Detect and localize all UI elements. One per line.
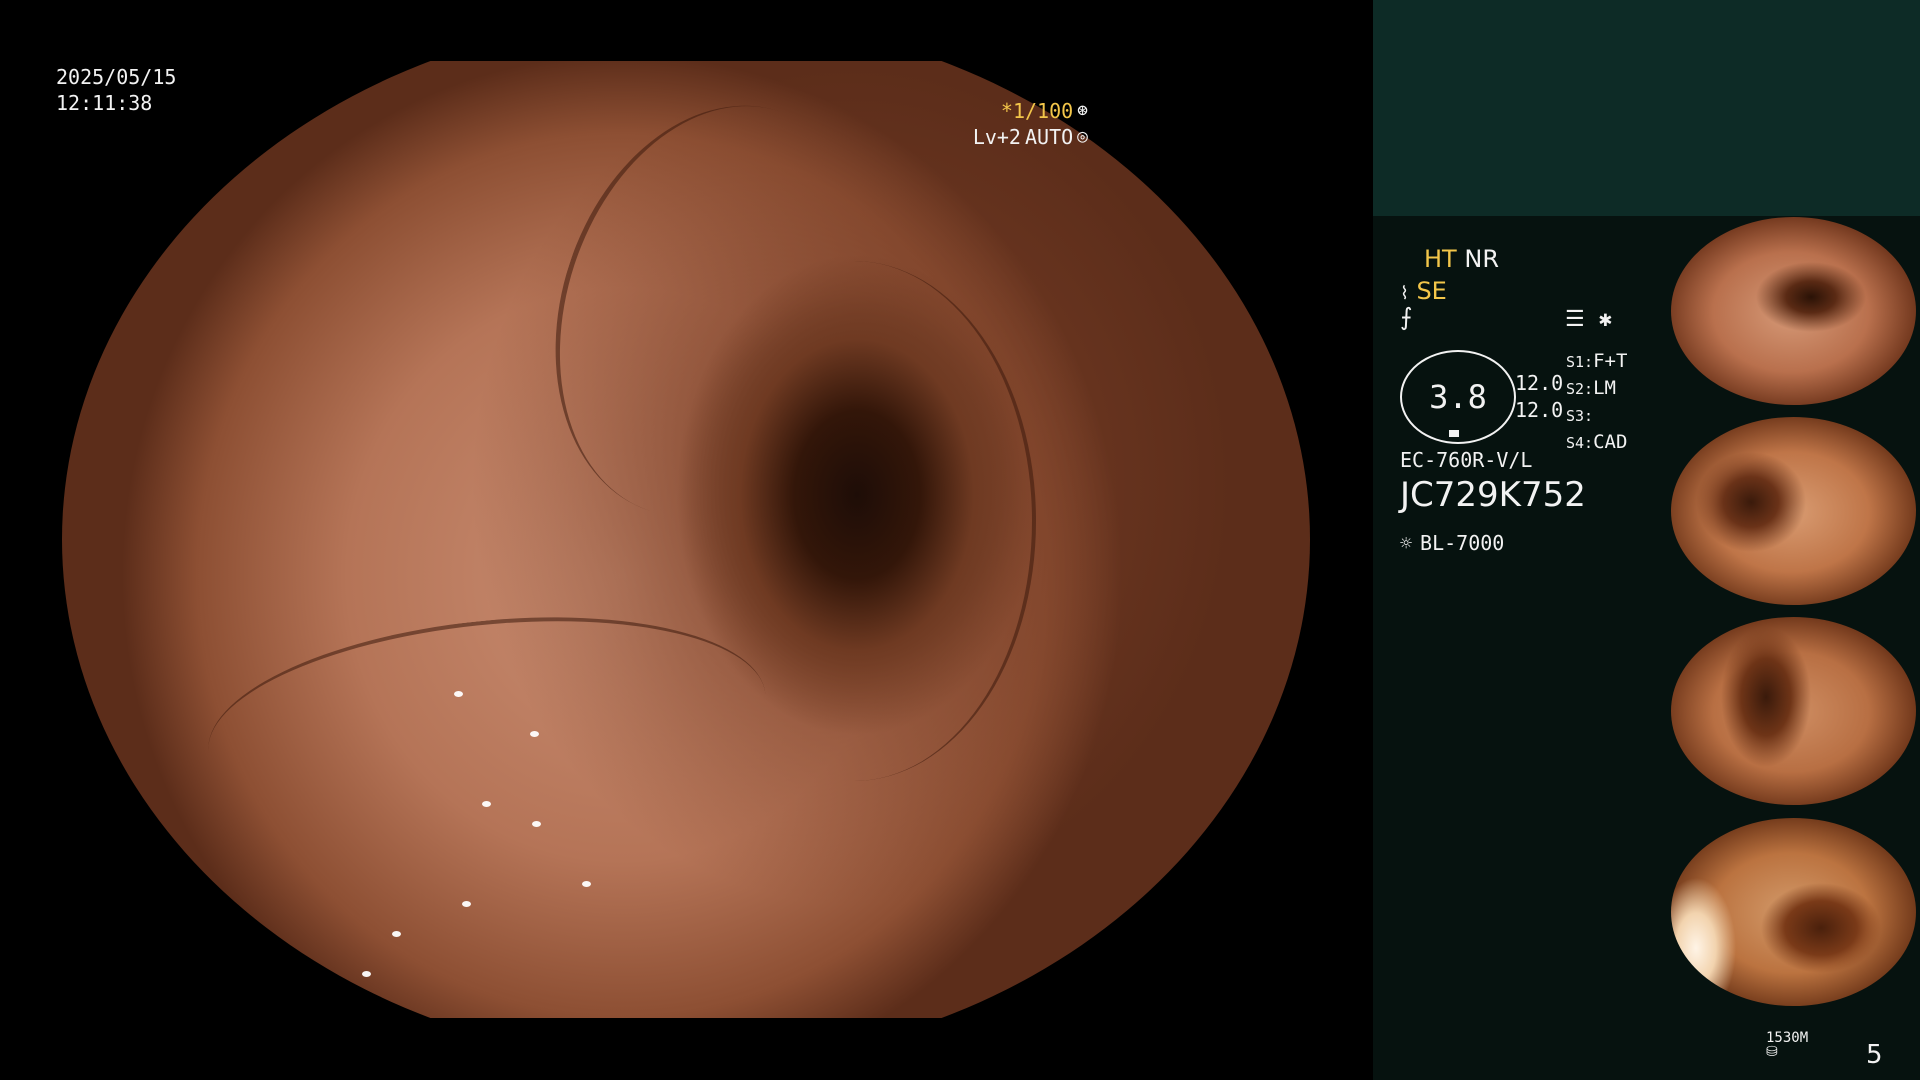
- light-source: ☼ BL-7000: [1400, 531, 1504, 555]
- switch-row: S3:: [1566, 402, 1627, 429]
- scale-value-2: 12.0: [1515, 398, 1564, 422]
- captured-thumbnail[interactable]: [1671, 417, 1916, 605]
- asterisk-icon: ✱: [1598, 307, 1612, 332]
- specular-highlight: [482, 801, 491, 807]
- switch-value: CAD: [1593, 431, 1628, 453]
- specular-highlight: [582, 881, 591, 887]
- mode-nr: NR: [1464, 245, 1499, 273]
- light-source-label: BL-7000: [1420, 531, 1505, 555]
- date-label: 2025/05/15: [56, 65, 177, 89]
- captured-thumbnail[interactable]: [1671, 617, 1916, 805]
- disk-icon: ⛁: [1766, 1044, 1778, 1060]
- specular-highlight: [392, 931, 401, 937]
- mucosal-fold: [672, 261, 1036, 781]
- switch-key: S2:: [1566, 380, 1594, 398]
- lamp-icon: ☼: [1400, 531, 1413, 555]
- setting-icons: ☰ ✱: [1565, 307, 1612, 332]
- mode-row-1: HT NR: [1400, 243, 1499, 275]
- time-label: 12:11:38: [56, 91, 153, 115]
- specular-highlight: [362, 971, 371, 977]
- frame-count: 5: [1866, 1040, 1883, 1070]
- image-mode-block: HT NR ⌇ SE: [1400, 243, 1499, 310]
- specular-highlight: [532, 821, 541, 827]
- thumbnail-image: [1671, 417, 1916, 605]
- exposure-mode: AUTO: [1024, 125, 1074, 149]
- thumbnail-image: [1671, 217, 1916, 405]
- scale-mark: [1449, 430, 1459, 437]
- exposure-info: *1/100 ⊛ Lv+2 AUTO ◎: [973, 98, 1088, 150]
- scale-value: 3.8: [1429, 378, 1487, 416]
- captured-thumbnail[interactable]: [1671, 217, 1916, 405]
- specular-highlight: [462, 901, 471, 907]
- shutter-row: *1/100 ⊛: [973, 98, 1088, 124]
- captured-thumbnail[interactable]: [1671, 818, 1916, 1006]
- menu-list-icon: ☰: [1565, 307, 1585, 332]
- scope-serial: JC729K752: [1400, 475, 1586, 515]
- mode-ht: HT: [1424, 245, 1457, 273]
- auto-iris-icon: ◎: [1077, 126, 1088, 147]
- specular-highlight: [454, 691, 463, 697]
- datetime: 2025/05/15 12:11:38: [56, 64, 176, 116]
- scale-value-1: 12.0: [1515, 371, 1564, 395]
- switch-key: S1:: [1566, 353, 1594, 371]
- thumbnail-image: [1671, 617, 1916, 805]
- switch-assignments: S1:F+T S2:LM S3: S4:CAD: [1566, 348, 1627, 456]
- endoscope-view: [62, 61, 1310, 1018]
- switch-key: S3:: [1566, 407, 1594, 425]
- thumbnail-image: [1671, 818, 1916, 1006]
- switch-value: LM: [1593, 377, 1616, 399]
- scale-values: 12.0 12.0: [1515, 370, 1563, 424]
- edge-enhance-icon: ⌇: [1400, 283, 1409, 304]
- storage-indicator: 1530M ⛁: [1766, 1030, 1808, 1060]
- mode-row-2: ⌇ SE: [1400, 275, 1499, 310]
- structure-icon: ⨍: [1400, 303, 1413, 331]
- light-row: Lv+2 AUTO ◎: [973, 124, 1088, 150]
- switch-row: S1:F+T: [1566, 348, 1627, 375]
- specular-highlight: [530, 731, 539, 737]
- panel-header: [1373, 0, 1920, 216]
- switch-key: S4:: [1566, 434, 1594, 452]
- scope-model: EC-760R-V/L: [1400, 448, 1533, 472]
- shutter-speed: *1/100: [1000, 99, 1074, 123]
- light-level: Lv+2: [972, 125, 1021, 149]
- switch-row: S4:CAD: [1566, 429, 1627, 456]
- aperture-icon: ⊛: [1077, 100, 1088, 121]
- switch-value: F+T: [1593, 350, 1628, 372]
- switch-row: S2:LM: [1566, 375, 1627, 402]
- mode-se: SE: [1416, 277, 1447, 305]
